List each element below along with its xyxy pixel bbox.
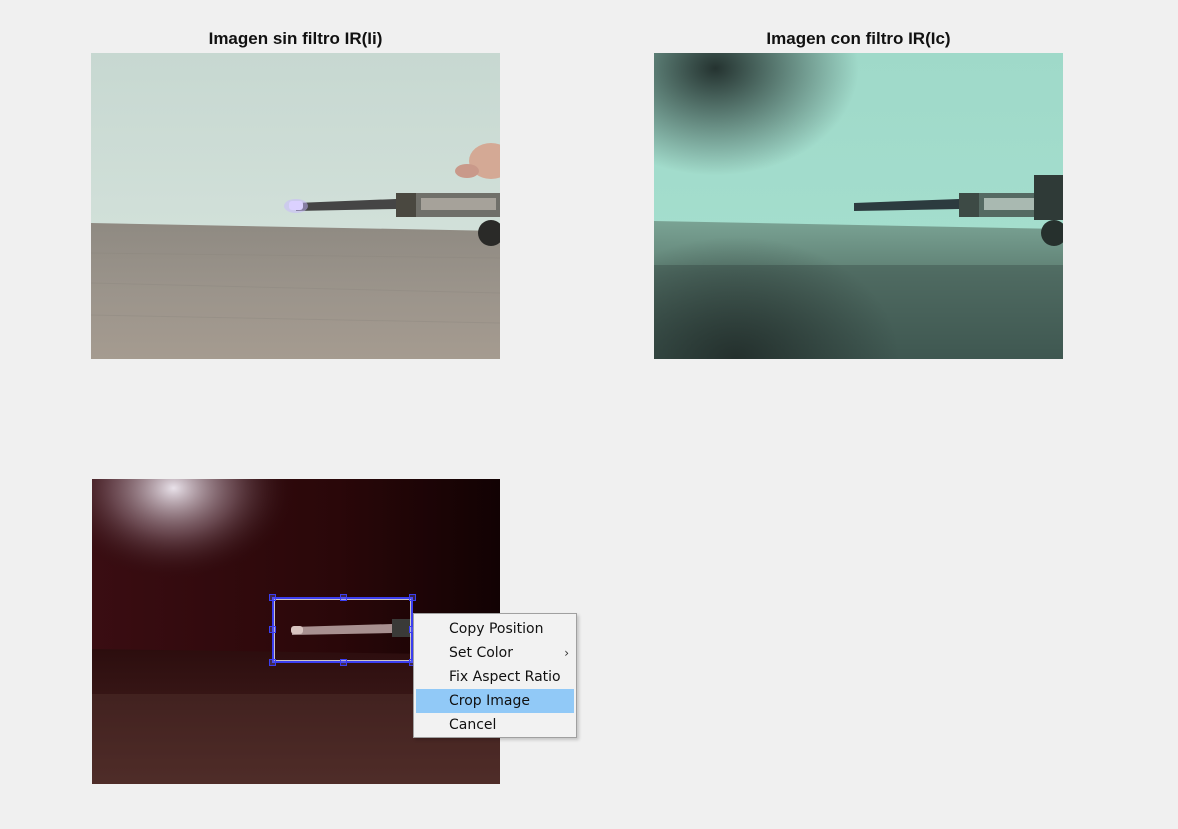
roi-rectangle[interactable] (269, 594, 416, 666)
menu-item-set-color[interactable]: Set Color › (416, 641, 574, 665)
menu-item-label: Crop Image (449, 693, 530, 709)
roi-handle-top[interactable] (340, 594, 347, 601)
menu-item-label: Cancel (449, 717, 497, 733)
axes1-title: Imagen sin filtro IR(Ii) (208, 29, 383, 48)
roi-handle-bottom-left[interactable] (269, 659, 276, 666)
menu-item-crop-image[interactable]: Crop Image (416, 689, 574, 713)
roi-handle-left[interactable] (269, 626, 276, 633)
axes2-title: Imagen con filtro IR(Ic) (766, 29, 951, 48)
roi-handle-bottom[interactable] (340, 659, 347, 666)
roi-handle-top-left[interactable] (269, 594, 276, 601)
image-without-ir-filter[interactable] (91, 53, 500, 359)
submenu-chevron-right-icon: › (564, 646, 569, 660)
menu-item-label: Set Color (449, 645, 513, 661)
menu-item-cancel[interactable]: Cancel (416, 713, 574, 737)
menu-item-copy-position[interactable]: Copy Position (416, 617, 574, 641)
menu-item-fix-aspect-ratio[interactable]: Fix Aspect Ratio (416, 665, 574, 689)
image-with-ir-filter[interactable] (654, 53, 1063, 359)
menu-item-label: Fix Aspect Ratio (449, 669, 561, 685)
roi-context-menu: Copy Position Set Color › Fix Aspect Rat… (413, 613, 577, 738)
menu-item-label: Copy Position (449, 621, 544, 637)
roi-handle-top-right[interactable] (409, 594, 416, 601)
